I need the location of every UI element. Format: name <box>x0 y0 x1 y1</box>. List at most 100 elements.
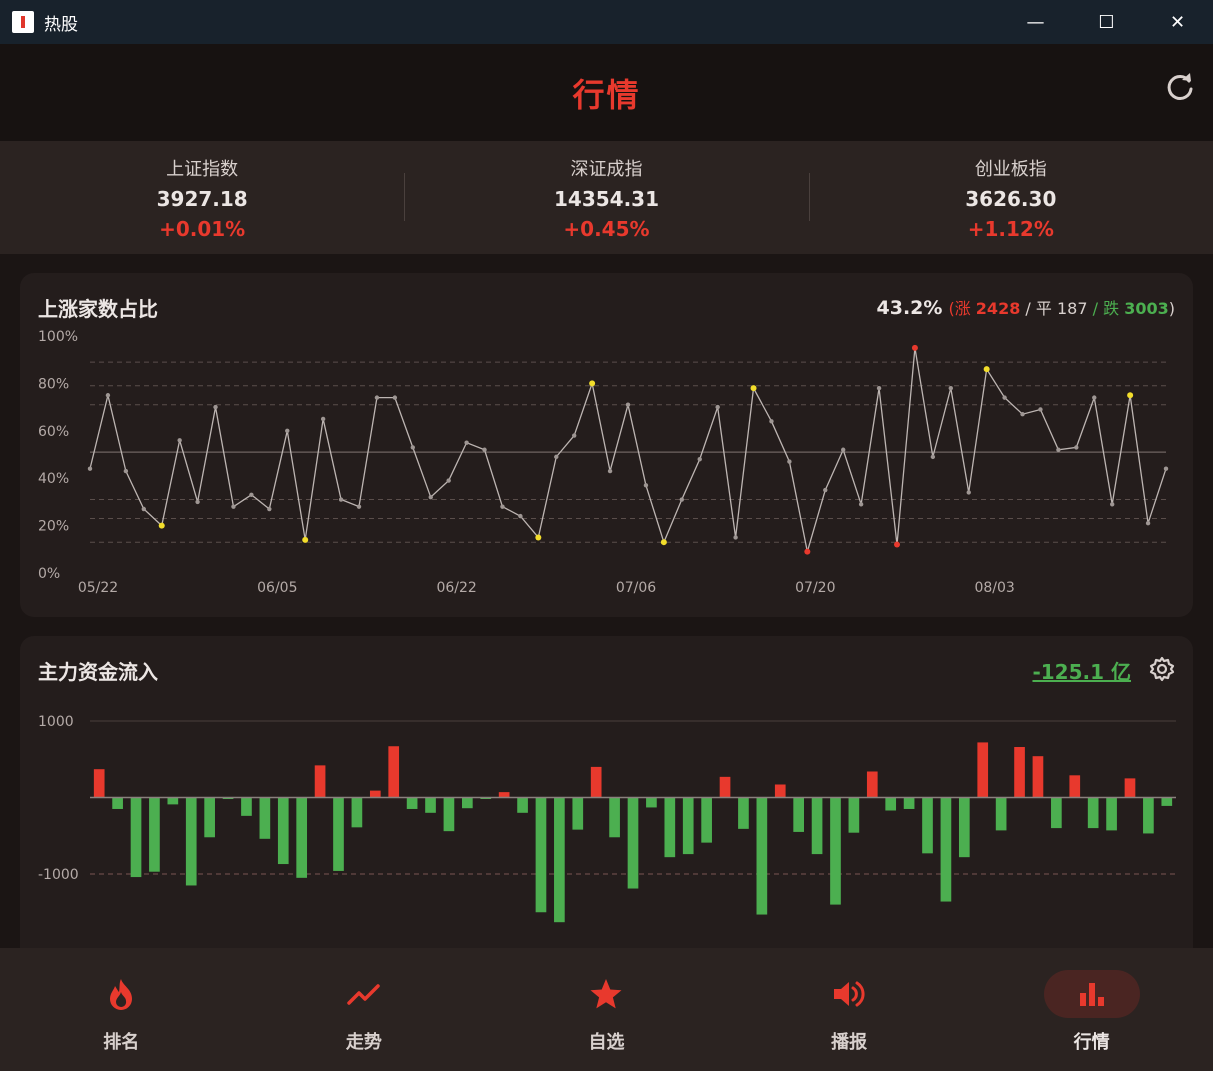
data-point <box>679 497 684 502</box>
flow-bar <box>1124 778 1136 798</box>
data-point <box>123 468 129 474</box>
x-tick-label: 06/22 <box>436 580 476 596</box>
index-card-sz[interactable]: 深证成指 14354.31 +0.45% <box>404 141 808 254</box>
index-change: +0.01% <box>159 216 246 241</box>
star-icon <box>558 970 654 1018</box>
flow-bar <box>167 797 179 805</box>
data-point <box>518 513 523 519</box>
x-tick-label: 07/20 <box>795 580 835 596</box>
flame-icon <box>73 970 169 1018</box>
flow-bar <box>517 797 528 813</box>
data-point <box>769 419 774 424</box>
flow-bar <box>535 797 547 913</box>
index-value: 14354.31 <box>553 186 659 211</box>
window-titlebar: 热股 — ☐ ✕ <box>0 0 1213 44</box>
flow-bar <box>388 746 400 798</box>
data-point <box>1074 445 1079 450</box>
fund-flow-card: 主力资金流入 -125.1 亿 1000 -1000 <box>20 636 1193 976</box>
nav-label: 播报 <box>831 1032 868 1053</box>
bottom-nav: 排名 走势 自选 播报 行情 <box>0 948 1213 1071</box>
data-point <box>320 416 326 422</box>
data-point <box>410 445 415 450</box>
data-point <box>446 478 451 483</box>
data-point <box>195 499 200 505</box>
data-point <box>804 548 811 555</box>
advance-ratio-card: 上涨家数占比 43.2% (涨 2428 / 平 187 / 跌 3003) 0%… <box>20 273 1193 617</box>
flow-bar <box>498 792 510 798</box>
maximize-button[interactable]: ☐ <box>1071 0 1142 44</box>
nav-item-market[interactable]: 行情 <box>970 948 1213 1071</box>
data-point <box>374 395 380 400</box>
data-point <box>697 457 702 462</box>
advance-ratio-chart: 0% 20% 40% 60% 80% 100% 05/22 06/05 06/22 07/06 07… <box>38 329 1169 596</box>
data-point <box>787 459 792 464</box>
data-point <box>158 522 165 529</box>
flow-bar <box>995 797 1007 831</box>
index-name: 上证指数 <box>166 158 239 180</box>
nav-item-broadcast[interactable]: 播报 <box>728 948 971 1071</box>
flow-bar <box>333 797 344 871</box>
refresh-icon[interactable] <box>1165 72 1195 102</box>
data-point <box>1145 521 1151 526</box>
data-point <box>1163 466 1169 471</box>
data-point <box>1092 395 1097 400</box>
data-point <box>285 428 290 433</box>
flow-bar <box>1069 775 1081 798</box>
trend-icon <box>316 970 412 1018</box>
flow-bar <box>1014 747 1025 798</box>
x-tick-label: 07/06 <box>616 580 656 596</box>
data-point <box>607 468 613 474</box>
flow-bar <box>112 797 123 809</box>
page-header: 行情 <box>0 44 1213 141</box>
data-point <box>141 506 146 512</box>
nav-label: 走势 <box>345 1032 382 1053</box>
index-value: 3626.30 <box>965 186 1057 211</box>
nav-label: 排名 <box>103 1032 140 1053</box>
minimize-button[interactable]: — <box>1000 0 1071 44</box>
index-summary: 上证指数 3927.18 +0.01% 深证成指 14354.31 +0.45%… <box>0 141 1213 254</box>
flow-bar <box>738 797 749 829</box>
data-point <box>177 438 182 443</box>
flow-bar <box>774 784 786 798</box>
data-point <box>643 483 649 488</box>
index-name: 创业板指 <box>974 158 1047 180</box>
data-point <box>1020 412 1025 417</box>
flow-bar <box>314 765 326 798</box>
flow-bar <box>627 797 639 889</box>
data-point <box>428 494 433 500</box>
x-tick-label: 08/03 <box>974 580 1014 596</box>
flow-bar <box>609 797 620 838</box>
flow-bar <box>185 797 197 886</box>
advance-ratio-line <box>89 347 1167 552</box>
data-point <box>823 487 828 493</box>
nav-item-watchlist[interactable]: 自选 <box>485 948 728 1071</box>
flow-bar <box>646 797 657 808</box>
flow-bar <box>130 797 142 878</box>
index-card-sh[interactable]: 上证指数 3927.18 +0.01% <box>0 141 404 254</box>
flow-bar <box>590 766 602 798</box>
flow-bar <box>1143 797 1154 834</box>
flow-bar <box>1032 756 1044 798</box>
y-tick-label: 80% <box>38 376 69 392</box>
close-button[interactable]: ✕ <box>1142 0 1213 44</box>
data-point <box>911 344 918 351</box>
nav-label: 自选 <box>588 1032 625 1053</box>
nav-item-ranking[interactable]: 排名 <box>0 948 243 1071</box>
index-card-cyb[interactable]: 创业板指 3626.30 +1.12% <box>808 141 1213 254</box>
flow-bar <box>664 797 676 858</box>
data-point <box>231 504 236 509</box>
flow-bar <box>719 776 731 798</box>
flow-bar <box>977 742 989 798</box>
nav-item-trend[interactable]: 走势 <box>243 948 486 1071</box>
flow-bar <box>922 797 933 854</box>
bar-chart-icon <box>1043 970 1140 1018</box>
data-point <box>1056 447 1061 452</box>
fund-flow-chart: 1000 -1000 <box>38 714 1176 923</box>
flow-bar <box>425 797 436 813</box>
window-title: 热股 <box>44 14 78 35</box>
data-point <box>464 440 469 445</box>
flow-bar <box>940 797 952 902</box>
data-point <box>589 380 596 387</box>
flow-bar <box>572 797 584 830</box>
data-point <box>1127 392 1134 399</box>
